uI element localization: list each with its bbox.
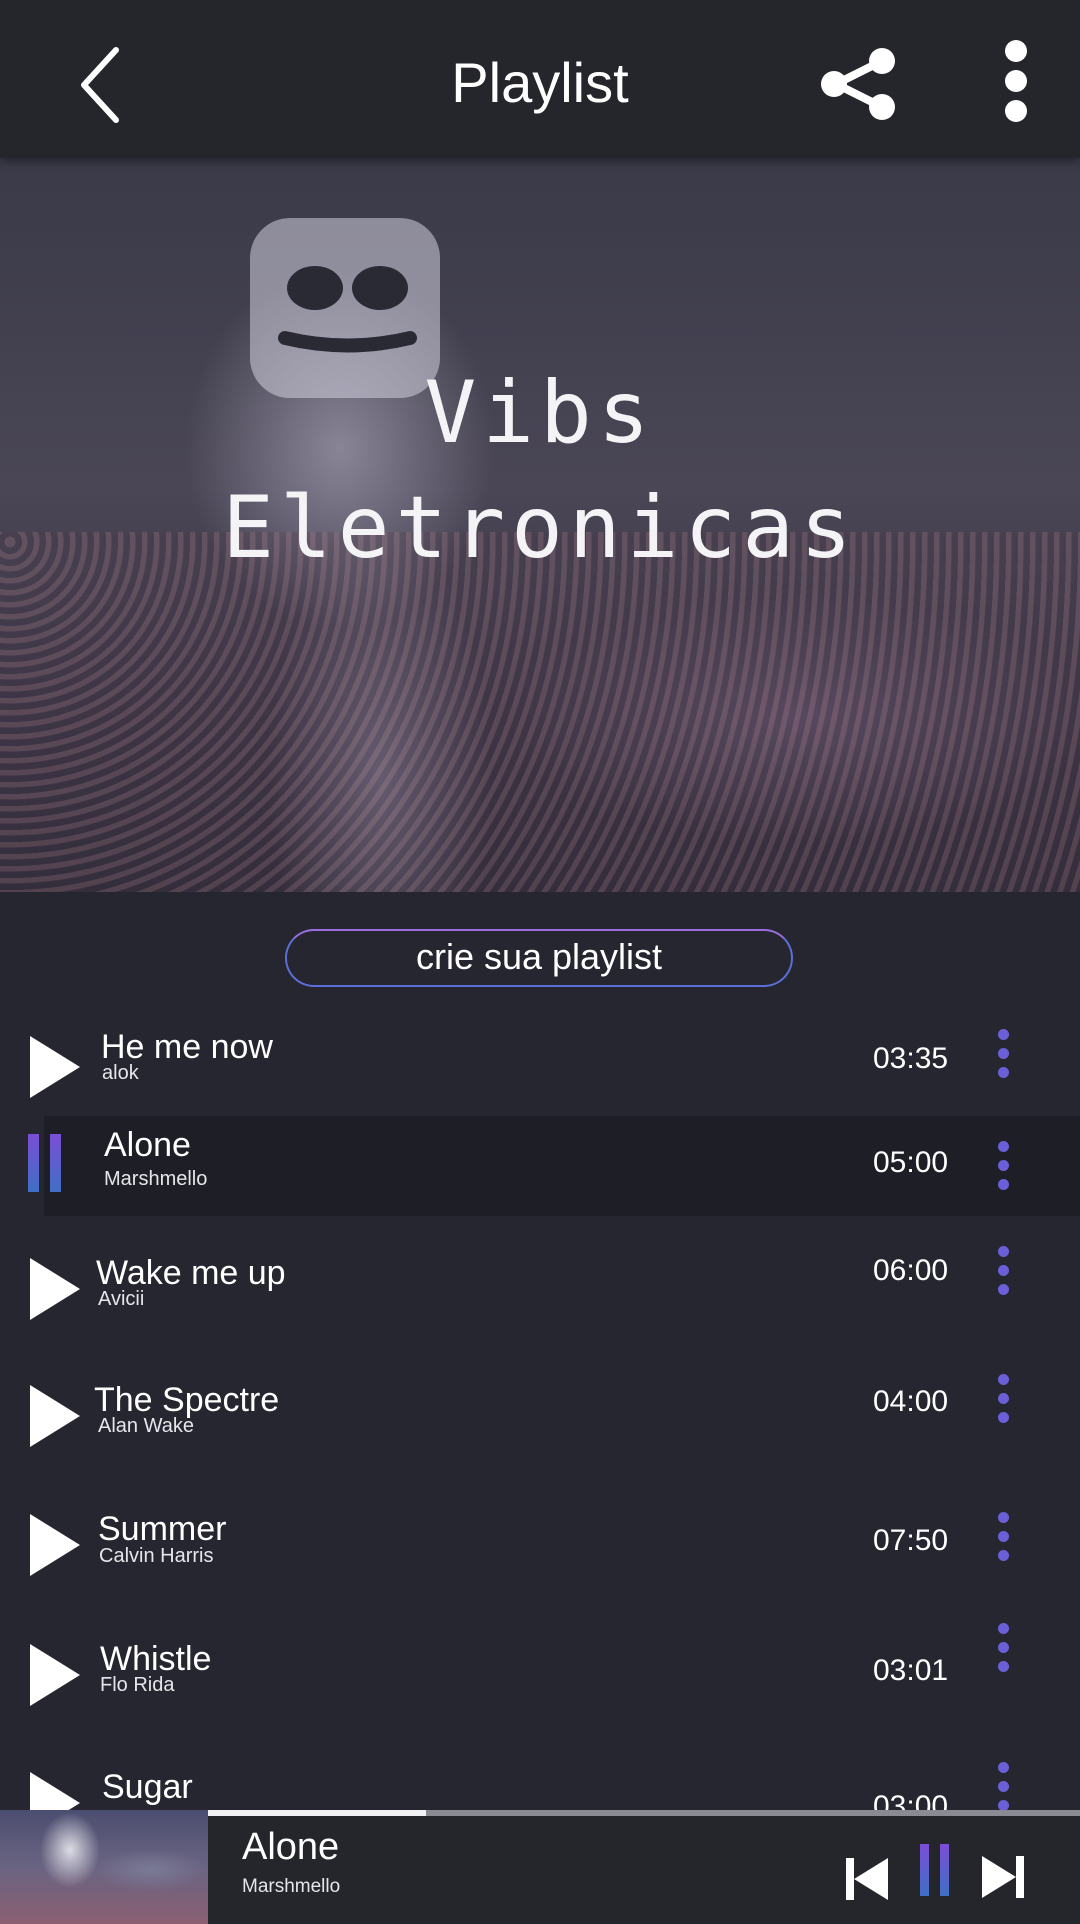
mini-player[interactable]: Alone Marshmello (0, 1810, 1080, 1924)
track-title: Alone (104, 1126, 191, 1164)
track-more-button[interactable] (998, 1141, 1009, 1198)
track-row[interactable]: Whistle Flo Rida 03:01 (0, 1623, 1080, 1732)
track-title: Summer (98, 1510, 227, 1548)
create-playlist-button[interactable]: crie sua playlist (285, 929, 793, 987)
playlist-name-line2: Eletronicas (222, 478, 858, 578)
pause-icon[interactable] (28, 1134, 62, 1192)
now-playing-title: Alone (242, 1826, 340, 1868)
page-title: Playlist (451, 51, 629, 114)
play-icon[interactable] (28, 1034, 82, 1100)
track-row-active[interactable]: Alone Marshmello 05:00 (28, 1116, 1080, 1216)
playback-progress-fill (208, 1810, 426, 1816)
track-more-button[interactable] (998, 1512, 1009, 1569)
playlist-name-line1: Vibs (424, 363, 656, 463)
now-playing-artist: Marshmello (242, 1876, 341, 1897)
now-playing-thumbnail (0, 1810, 208, 1924)
play-icon[interactable] (28, 1512, 82, 1578)
track-more-button[interactable] (998, 1029, 1009, 1086)
track-duration: 06:00 (873, 1254, 949, 1287)
playlist-cover: Vibs Eletronicas (0, 158, 1080, 892)
track-artist: Alan Wake (98, 1415, 194, 1437)
share-icon (821, 48, 895, 120)
cover-image-crowd (0, 532, 1080, 892)
more-vertical-icon (1005, 40, 1027, 122)
play-icon[interactable] (28, 1256, 82, 1322)
pause-icon[interactable] (920, 1844, 950, 1896)
track-more-button[interactable] (998, 1623, 1009, 1680)
next-track-icon[interactable] (982, 1854, 1024, 1900)
track-artist: Marshmello (104, 1168, 208, 1190)
playback-progress-bar[interactable] (208, 1810, 1080, 1816)
track-duration: 07:50 (873, 1524, 949, 1557)
track-duration: 05:00 (873, 1146, 949, 1179)
track-duration: 04:00 (873, 1385, 949, 1418)
play-icon[interactable] (28, 1642, 82, 1708)
track-artist: alok (102, 1062, 139, 1084)
track-duration: 03:35 (873, 1042, 949, 1075)
top-app-bar: Playlist (0, 0, 1080, 158)
track-row[interactable]: Summer Calvin Harris 07:50 (0, 1502, 1080, 1602)
track-artist: Avicii (98, 1288, 145, 1310)
track-artist: Flo Rida (100, 1674, 175, 1696)
track-more-button[interactable] (998, 1374, 1009, 1431)
previous-track-icon[interactable] (846, 1856, 888, 1902)
track-duration: 03:01 (873, 1654, 949, 1687)
track-row[interactable]: He me now alok 03:35 (0, 1024, 1080, 1124)
track-title: Sugar (102, 1768, 193, 1806)
track-more-button[interactable] (998, 1246, 1009, 1303)
track-row[interactable]: Wake me up Avicii 06:00 (0, 1246, 1080, 1346)
track-row[interactable]: The Spectre Alan Wake 04:00 (0, 1373, 1080, 1473)
share-button[interactable] (818, 44, 900, 124)
overflow-menu-button[interactable] (996, 36, 1036, 126)
track-artist: Calvin Harris (99, 1545, 214, 1567)
play-icon[interactable] (28, 1383, 82, 1449)
